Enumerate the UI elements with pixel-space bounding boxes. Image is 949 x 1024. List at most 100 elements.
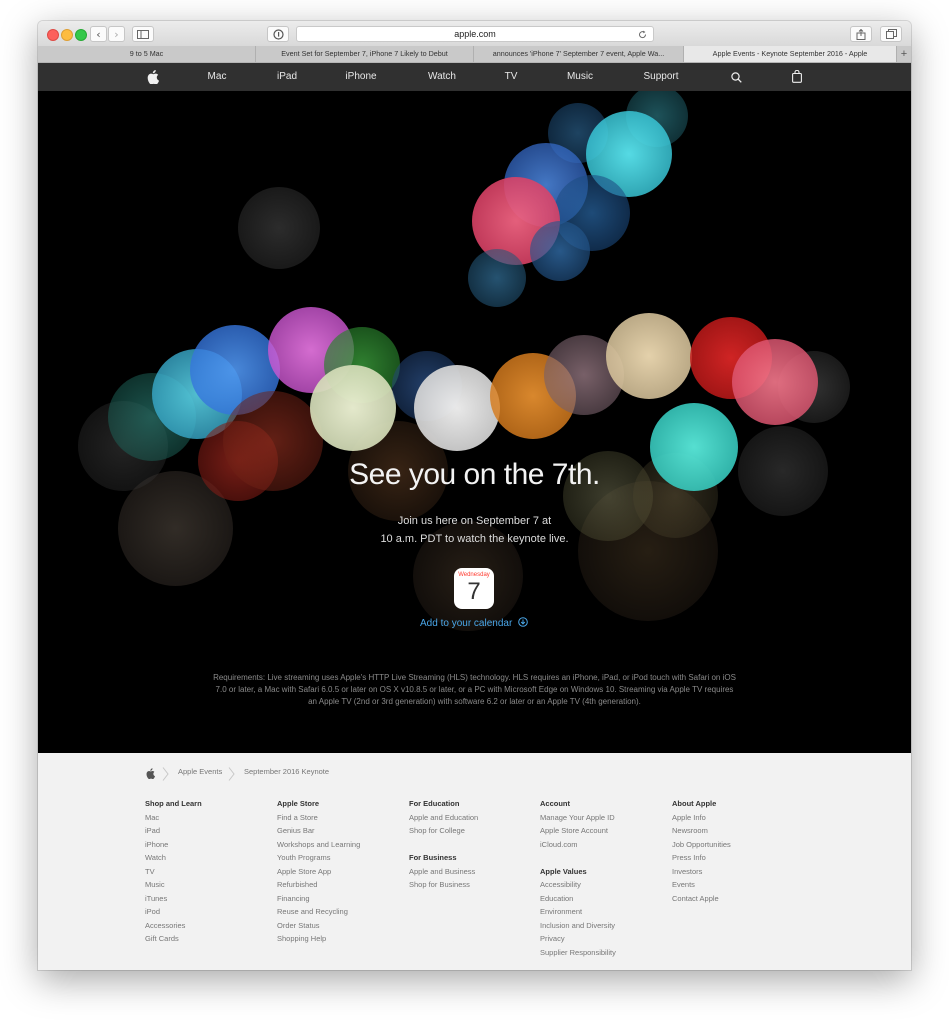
footer-link-inclusion[interactable]: Inclusion and Diversity	[540, 919, 665, 933]
footer-link-find-store[interactable]: Find a Store	[277, 811, 402, 825]
footer-link-financing[interactable]: Financing	[277, 892, 402, 906]
global-nav: Mac iPad iPhone Watch TV Music Support	[38, 63, 911, 91]
requirements-text: Requirements: Live streaming uses Apple'…	[198, 672, 751, 708]
footer-link-apple-info[interactable]: Apple Info	[672, 811, 797, 825]
footer-col-shop-and-learn: Shop and Learn Mac iPad iPhone Watch TV …	[145, 797, 270, 946]
subheadline-line2: 10 a.m. PDT to watch the keynote live.	[380, 533, 569, 545]
subheadline-line1: Join us here on September 7 at	[397, 515, 552, 527]
footer-link-order-status[interactable]: Order Status	[277, 919, 402, 933]
footer-link-investors[interactable]: Investors	[672, 865, 797, 879]
footer-spacer	[409, 838, 534, 852]
chevron-right-icon: ›	[114, 27, 119, 41]
tab-event-set[interactable]: Event Set for September 7, iPhone 7 Like…	[256, 46, 474, 62]
nav-support[interactable]: Support	[643, 63, 678, 91]
headline: See you on the 7th.	[349, 458, 600, 491]
breadcrumb-september-keynote: September 2016 Keynote	[244, 767, 330, 776]
footer-link-apple-business[interactable]: Apple and Business	[409, 865, 534, 879]
footer-link-store-app[interactable]: Apple Store App	[277, 865, 402, 879]
footer-link-press-info[interactable]: Press Info	[672, 851, 797, 865]
close-window-button[interactable]	[47, 29, 59, 41]
footer-link-workshops[interactable]: Workshops and Learning	[277, 838, 402, 852]
apple-logo-icon[interactable]	[146, 768, 155, 779]
info-icon	[272, 28, 284, 40]
search-icon[interactable]	[731, 72, 742, 83]
forward-button[interactable]: ›	[108, 26, 125, 42]
tab-apple-events[interactable]: Apple Events - Keynote September 2016 - …	[684, 46, 897, 62]
footer-link-music[interactable]: Music	[145, 878, 270, 892]
bag-icon[interactable]	[792, 70, 802, 83]
footer-link-privacy[interactable]: Privacy	[540, 932, 665, 946]
sidebar-button[interactable]	[132, 26, 154, 42]
reload-icon[interactable]	[638, 30, 647, 39]
privacy-report-button[interactable]	[267, 26, 289, 42]
footer-heading: Shop and Learn	[145, 799, 202, 808]
tab-announces[interactable]: announces 'iPhone 7' September 7 event, …	[474, 46, 684, 62]
footer-link-supplier[interactable]: Supplier Responsibility	[540, 946, 665, 960]
calendar-date: 7	[467, 578, 481, 605]
footer-link-education[interactable]: Education	[540, 892, 665, 906]
add-to-calendar-label: Add to your calendar	[420, 618, 513, 629]
requirements-line3: an Apple TV (2nd or 3rd generation) with…	[308, 697, 641, 706]
footer-link-store-account[interactable]: Apple Store Account	[540, 824, 665, 838]
footer-link-itunes[interactable]: iTunes	[145, 892, 270, 906]
footer-link-events[interactable]: Events	[672, 878, 797, 892]
add-to-calendar-link[interactable]: Add to your calendar	[420, 617, 528, 629]
footer-link-gift-cards[interactable]: Gift Cards	[145, 932, 270, 946]
nav-ipad[interactable]: iPad	[277, 63, 297, 91]
footer-link-accessories[interactable]: Accessories	[145, 919, 270, 933]
footer-link-ipod[interactable]: iPod	[145, 905, 270, 919]
footer-link-icloud[interactable]: iCloud.com	[540, 838, 665, 852]
tab-bar: 9 to 5 Mac Event Set for September 7, iP…	[38, 46, 911, 63]
footer-heading: About Apple	[672, 799, 717, 808]
footer-spacer	[540, 851, 665, 865]
requirements-line1: Requirements: Live streaming uses Apple'…	[213, 673, 736, 682]
footer-link-environment[interactable]: Environment	[540, 905, 665, 919]
nav-mac[interactable]: Mac	[208, 63, 227, 91]
footer-link-genius-bar[interactable]: Genius Bar	[277, 824, 402, 838]
nav-iphone[interactable]: iPhone	[345, 63, 376, 91]
requirements-line2: 7.0 or later, a Mac with Safari 6.0.5 or…	[215, 685, 734, 694]
share-button[interactable]	[850, 26, 872, 42]
chevron-right-icon	[228, 767, 235, 781]
apple-logo-icon[interactable]	[147, 70, 159, 84]
footer-link-newsroom[interactable]: Newsroom	[672, 824, 797, 838]
footer-link-manage-apple-id[interactable]: Manage Your Apple ID	[540, 811, 665, 825]
footer-link-apple-education[interactable]: Apple and Education	[409, 811, 534, 825]
footer-link-accessibility[interactable]: Accessibility	[540, 878, 665, 892]
address-bar[interactable]: apple.com	[296, 26, 654, 42]
footer-link-shopping-help[interactable]: Shopping Help	[277, 932, 402, 946]
footer-link-shop-business[interactable]: Shop for Business	[409, 878, 534, 892]
title-bar: ‹ › apple.com	[38, 21, 911, 47]
nav-watch[interactable]: Watch	[428, 63, 456, 91]
nav-music[interactable]: Music	[567, 63, 593, 91]
footer-heading: Apple Values	[540, 866, 587, 876]
show-tabs-button[interactable]	[880, 26, 902, 42]
footer-link-recycling[interactable]: Reuse and Recycling	[277, 905, 402, 919]
footer-link-iphone[interactable]: iPhone	[145, 838, 270, 852]
footer-heading: For Business	[409, 853, 457, 862]
footer-link-ipad[interactable]: iPad	[145, 824, 270, 838]
back-button[interactable]: ‹	[90, 26, 107, 42]
footer-link-shop-college[interactable]: Shop for College	[409, 824, 534, 838]
footer-link-jobs[interactable]: Job Opportunities	[672, 838, 797, 852]
minimize-window-button[interactable]	[61, 29, 73, 41]
calendar-icon[interactable]: Wednesday 7	[454, 568, 494, 609]
footer-link-refurbished[interactable]: Refurbished	[277, 878, 402, 892]
footer-col-apple-store: Apple Store Find a Store Genius Bar Work…	[277, 797, 402, 946]
footer-link-mac[interactable]: Mac	[145, 811, 270, 825]
nav-tv[interactable]: TV	[505, 63, 518, 91]
footer-link-youth-programs[interactable]: Youth Programs	[277, 851, 402, 865]
breadcrumb-apple-events[interactable]: Apple Events	[178, 767, 222, 776]
zoom-window-button[interactable]	[75, 29, 87, 41]
footer-link-contact[interactable]: Contact Apple	[672, 892, 797, 906]
tab-9to5mac[interactable]: 9 to 5 Mac	[38, 46, 256, 62]
new-tab-button[interactable]: +	[897, 46, 911, 62]
footer-link-tv[interactable]: TV	[145, 865, 270, 879]
footer-link-watch[interactable]: Watch	[145, 851, 270, 865]
chevron-left-icon: ‹	[96, 27, 101, 41]
url-text: apple.com	[454, 29, 496, 39]
footer-col-about-apple: About Apple Apple Info Newsroom Job Oppo…	[672, 797, 797, 905]
browser-window: ‹ › apple.com 9 to 5 Mac Event Set for S…	[38, 21, 911, 970]
sidebar-icon	[137, 29, 149, 39]
footer-col-education-business: For Education Apple and Education Shop f…	[409, 797, 534, 892]
